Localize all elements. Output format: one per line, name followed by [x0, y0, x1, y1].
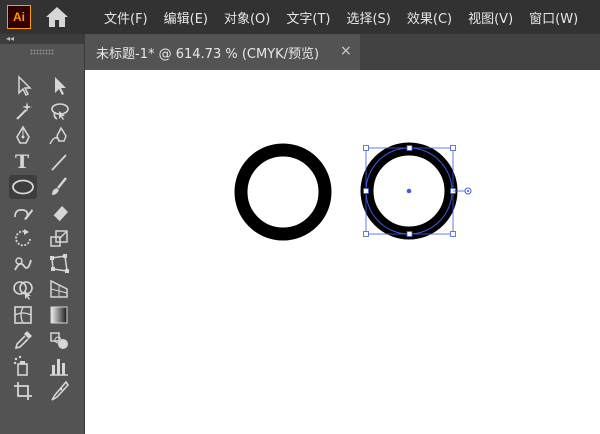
- tools-panel: ◂◂ T: [0, 34, 85, 434]
- line-segment-tool-icon: [51, 153, 67, 171]
- paintbrush-tool-button[interactable]: [45, 175, 73, 199]
- curvature-tool-button[interactable]: [45, 124, 73, 148]
- column-graph-tool-button[interactable]: [45, 354, 73, 378]
- direct-selection-tool-button[interactable]: [45, 73, 73, 97]
- eyedropper-tool-icon: [14, 331, 32, 350]
- gradient-tool-icon: [50, 306, 68, 323]
- app-logo: Ai: [7, 5, 31, 29]
- close-icon[interactable]: ×: [340, 43, 354, 59]
- magic-wand-tool-button[interactable]: [9, 99, 37, 123]
- collapse-icon[interactable]: ◂◂: [6, 34, 14, 44]
- artboard-canvas[interactable]: [85, 70, 600, 434]
- blend-tool-button[interactable]: [45, 328, 73, 352]
- document-tab[interactable]: 未标题-1* @ 614.73 % (CMYK/预览) ×: [85, 34, 360, 70]
- resize-handle-top-right[interactable]: [450, 145, 456, 151]
- illustrator-window: Ai 文件(F) 编辑(E) 对象(O) 文字(T) 选择(S) 效果(C) 视图(V) 窗口…: [0, 0, 600, 434]
- eyedropper-tool-button[interactable]: [9, 328, 37, 352]
- document-tab-bar: 未标题-1* @ 614.73 % (CMYK/预览) ×: [85, 34, 600, 70]
- eraser-tool-button[interactable]: [45, 201, 73, 225]
- menu-item[interactable]: 窗口(W): [521, 8, 586, 27]
- slice-tool-icon: [51, 380, 70, 401]
- type-tool-button[interactable]: T: [9, 150, 37, 174]
- blend-tool-icon: [50, 332, 68, 349]
- menu-item[interactable]: 对象(O): [216, 8, 278, 27]
- menu-item[interactable]: 效果(C): [399, 8, 460, 27]
- paintbrush-tool-icon: [52, 177, 67, 195]
- shape-builder-tool-button[interactable]: [9, 277, 37, 301]
- panel-collapse-bar[interactable]: ◂◂: [0, 34, 84, 44]
- panel-grip[interactable]: [30, 49, 54, 55]
- menu-item[interactable]: 编辑(E): [156, 8, 216, 27]
- pen-tool-button[interactable]: [9, 124, 37, 148]
- scale-tool-icon: [50, 230, 68, 247]
- perspective-grid-tool-icon: [50, 279, 68, 298]
- selection-bounding-box: [363, 145, 472, 237]
- ellipse-tool-icon: [12, 179, 34, 195]
- symbol-sprayer-tool-button[interactable]: [9, 354, 37, 378]
- scale-tool-button[interactable]: [45, 226, 73, 250]
- free-transform-tool-button[interactable]: [45, 252, 73, 276]
- perspective-grid-tool-button[interactable]: [45, 277, 73, 301]
- line-segment-tool-button[interactable]: [45, 150, 73, 174]
- application-bar: Ai 文件(F) 编辑(E) 对象(O) 文字(T) 选择(S) 效果(C) 视图(V) 窗口…: [0, 0, 600, 34]
- menu-bar: 文件(F) 编辑(E) 对象(O) 文字(T) 选择(S) 效果(C) 视图(V) 窗口(W): [96, 0, 586, 34]
- menu-item[interactable]: 文件(F): [96, 8, 156, 27]
- warp-tool-icon: [14, 256, 32, 270]
- shape-builder-tool-icon: [13, 281, 33, 300]
- pie-widget-dot: [467, 190, 469, 192]
- resize-handle-top-left[interactable]: [363, 145, 369, 151]
- eraser-tool-icon: [52, 205, 68, 223]
- menu-item[interactable]: 文字(T): [278, 8, 338, 27]
- direct-selection-tool-icon: [55, 77, 66, 95]
- resize-handle-bottom[interactable]: [406, 231, 413, 237]
- mesh-tool-button[interactable]: [9, 303, 37, 327]
- shaper-tool-icon: [14, 208, 33, 220]
- selection-tool-icon: [18, 75, 32, 97]
- resize-handle-bottom-right[interactable]: [450, 231, 456, 237]
- mesh-tool-icon: [14, 305, 32, 324]
- resize-handle-left[interactable]: [363, 188, 369, 194]
- shaper-tool-button[interactable]: [9, 201, 37, 225]
- resize-handle-bottom-left[interactable]: [363, 231, 369, 237]
- resize-handle-top[interactable]: [406, 145, 413, 151]
- magic-wand-tool-icon: [16, 101, 32, 120]
- home-button[interactable]: [45, 6, 69, 28]
- curvature-tool-icon: [49, 126, 67, 145]
- selection-tool-button[interactable]: [9, 73, 37, 97]
- home-icon: [46, 7, 68, 27]
- lasso-tool-icon: [51, 102, 69, 120]
- rotate-tool-button[interactable]: [9, 226, 37, 250]
- center-point: [406, 188, 412, 194]
- column-graph-tool-icon: [50, 358, 68, 376]
- rotate-tool-icon: [15, 229, 31, 247]
- ring-left[interactable]: [234, 143, 332, 241]
- warp-tool-button[interactable]: [9, 252, 37, 276]
- artwork: [234, 142, 472, 241]
- pen-tool-icon: [16, 125, 30, 144]
- slice-tool-button[interactable]: [45, 379, 73, 403]
- symbol-sprayer-tool-icon: [13, 355, 28, 376]
- ellipse-tool-button[interactable]: [9, 175, 37, 199]
- free-transform-tool-icon: [50, 253, 69, 273]
- gradient-tool-button[interactable]: [45, 303, 73, 327]
- document-area: 未标题-1* @ 614.73 % (CMYK/预览) ×: [85, 34, 600, 434]
- artboard-tool-button[interactable]: [9, 379, 37, 403]
- lasso-tool-button[interactable]: [45, 99, 73, 123]
- artboard-tool-icon: [14, 382, 32, 400]
- type-tool-icon: T: [15, 150, 30, 173]
- document-tab-title: 未标题-1* @ 614.73 % (CMYK/预览): [96, 47, 320, 62]
- menu-item[interactable]: 视图(V): [460, 8, 521, 27]
- menu-item[interactable]: 选择(S): [338, 8, 398, 27]
